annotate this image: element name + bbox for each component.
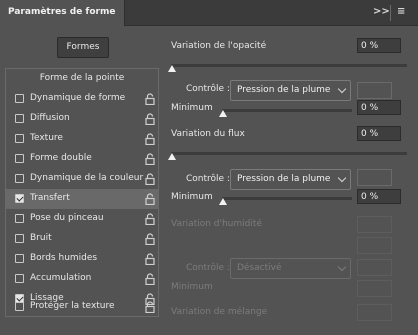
flow-minimum-slider-thumb[interactable] [219,198,227,205]
opacity-minimum-input[interactable]: 0 % [357,100,401,115]
flow-minimum-input[interactable]: 0 % [357,189,401,204]
flow-control-value: Pression de la plume [237,174,331,184]
list-item-scattering[interactable]: Diffusion [6,109,158,129]
opacity-control-label: Contrôle : [186,84,230,94]
list-item-label: Transfert [30,193,70,203]
opacity-minimum-slider-thumb[interactable] [219,110,227,117]
wetness-minimum-label: Minimum [171,282,213,292]
hamburger-menu-icon[interactable]: ≡ [397,6,405,17]
flow-control-label: Contrôle : [186,174,230,184]
list-item-label: Pose du pinceau [30,213,104,223]
wetness-minimum-input[interactable] [357,280,392,297]
lock-icon[interactable] [145,173,155,185]
wetness-control-extra-field [357,259,392,276]
flow-minimum-slider-track[interactable] [222,197,352,200]
opacity-minimum-slider-track[interactable] [222,109,352,112]
flow-jitter-input[interactable]: 0 % [357,126,401,141]
brush-presets-button[interactable]: Formes [57,37,109,58]
list-item-label: Texture [30,133,63,143]
opacity-control-select[interactable]: Pression de la plume [230,80,351,101]
flow-control-select[interactable]: Pression de la plume [230,169,351,190]
list-item-label: Dynamique de forme [30,93,126,103]
list-item-label: Accumulation [30,273,92,283]
wetness-jitter-input[interactable] [357,216,392,233]
list-item-wet-edges[interactable]: Bords humides [6,249,158,269]
chevron-down-icon [337,84,347,94]
list-item-shape-dynamics[interactable]: Dynamique de forme [6,89,158,109]
color-dynamics-checkbox[interactable] [15,174,24,183]
transfer-checkbox[interactable] [15,194,24,203]
flow-control-extra-field [357,169,392,186]
opacity-control-extra-field [357,82,392,99]
flow-jitter-label: Variation du flux [171,129,245,139]
list-item-color-dynamics[interactable]: Dynamique de la couleur [6,169,158,189]
flow-jitter-slider-track[interactable] [171,152,407,155]
wetness-jitter-label: Variation d'humidité [171,219,262,229]
wet-edges-checkbox[interactable] [15,254,24,263]
noise-checkbox[interactable] [15,234,24,243]
list-item-label: Protéger la texture [30,301,115,311]
wetness-control-select[interactable]: Désactivé [230,258,351,279]
list-item-noise[interactable]: Bruit [6,229,158,249]
tab-bar-divider [390,5,391,21]
list-item-label: Diffusion [30,113,70,123]
opacity-control-value: Pression de la plume [237,85,331,95]
lock-icon[interactable] [145,93,155,105]
list-item-transfer[interactable]: Transfert [6,189,158,209]
lock-icon[interactable] [145,193,155,205]
opacity-jitter-slider-track[interactable] [171,64,407,67]
list-item-brush-pose[interactable]: Pose du pinceau [6,209,158,229]
shape-dynamics-checkbox[interactable] [15,94,24,103]
list-item-label: Dynamique de la couleur [30,173,144,183]
wetness-jitter-extra-field [357,237,392,254]
lock-icon[interactable] [145,301,155,313]
mix-jitter-label: Variation de mélange [171,307,268,317]
scattering-checkbox[interactable] [15,114,24,123]
list-item-build-up[interactable]: Accumulation [6,269,158,289]
flow-minimum-label: Minimum [171,192,213,202]
brush-pose-checkbox[interactable] [15,214,24,223]
lock-icon[interactable] [145,273,155,285]
opacity-jitter-input[interactable]: 0 % [357,38,401,53]
list-item-protect-texture[interactable]: Protéger la texture [6,297,158,317]
lock-icon[interactable] [145,113,155,125]
list-item-label: Forme double [30,153,92,163]
lock-icon[interactable] [145,133,155,145]
lock-icon[interactable] [145,233,155,245]
dual-brush-checkbox[interactable] [15,154,24,163]
protect-texture-checkbox[interactable] [15,302,24,311]
lock-icon[interactable] [145,213,155,225]
wetness-control-label: Contrôle : [186,263,230,273]
lock-icon[interactable] [145,253,155,265]
list-item-dual-brush[interactable]: Forme double [6,149,158,169]
list-item-label: Bruit [30,233,52,243]
lock-icon[interactable] [145,153,155,165]
chevron-down-icon [337,173,347,183]
list-item-texture[interactable]: Texture [6,129,158,149]
flow-jitter-slider-thumb[interactable] [168,153,176,160]
list-item-label: Bords humides [30,253,98,263]
tab-brush-settings[interactable]: Paramètres de forme [0,0,125,26]
wetness-control-value: Désactivé [237,263,282,273]
brush-tip-shape-item[interactable]: Forme de la pointe [6,69,158,89]
panel-tab-bar: Paramètres de forme >> ≡ [0,0,418,26]
double-chevron-right-icon[interactable]: >> [373,6,390,17]
build-up-checkbox[interactable] [15,274,24,283]
opacity-jitter-label: Variation de l'opacité [171,41,267,51]
opacity-jitter-slider-thumb[interactable] [168,65,176,72]
mix-jitter-input[interactable] [357,304,392,321]
brush-option-list: Forme de la pointe Dynamique de forme Di… [5,68,159,317]
chevron-down-icon [337,262,347,272]
texture-checkbox[interactable] [15,134,24,143]
opacity-minimum-label: Minimum [171,103,213,113]
